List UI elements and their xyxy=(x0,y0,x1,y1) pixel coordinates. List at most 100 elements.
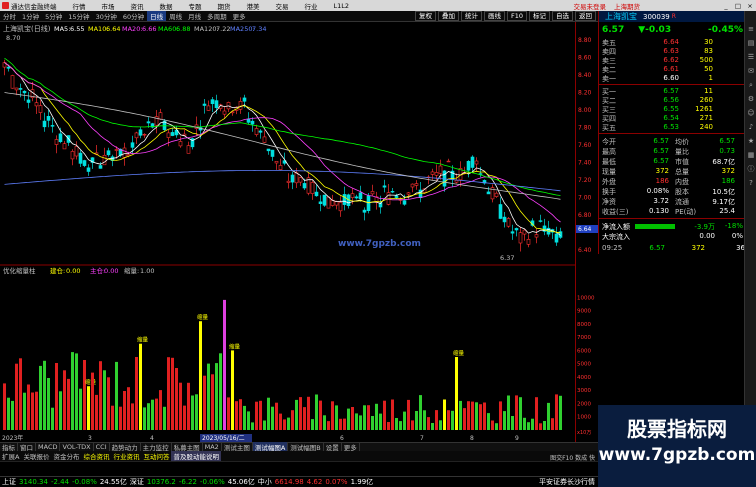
date-cursor-label: 2023/05/16/二 xyxy=(202,435,245,442)
menu-item-hkus[interactable]: 港美 xyxy=(247,1,260,11)
list-icon[interactable]: ☰ xyxy=(747,53,755,61)
chart-icon[interactable]: ▤ xyxy=(747,39,755,47)
tool-f10-button[interactable]: F10 xyxy=(506,11,527,21)
stat-label-2: 股本 xyxy=(675,188,689,196)
chart-area[interactable]: 上海凯宝(日线) MA5: 6.55 MA10: 6.64 MA20: 6.66… xyxy=(0,22,575,442)
price-axis-tick: 6.64 xyxy=(578,226,592,233)
menu-item-trade[interactable]: 交易 xyxy=(276,1,289,11)
period-more[interactable]: 更多 xyxy=(230,11,249,21)
volume-bar xyxy=(443,399,446,430)
period-multi[interactable]: 多周期 xyxy=(204,11,230,21)
ask-row[interactable]: 卖一 6.60 1 xyxy=(599,74,749,83)
menu-item-market[interactable]: 市场 xyxy=(102,1,115,11)
volume-bar xyxy=(411,420,414,430)
tool-mark-button[interactable]: 标记 xyxy=(529,11,550,21)
bell-icon[interactable]: ♪ xyxy=(747,123,755,131)
volume-axis-tick: 4000 xyxy=(577,375,591,381)
bid-row[interactable]: 买三 6.55 1261 xyxy=(599,105,749,114)
sme-index-label[interactable]: 中小 xyxy=(258,477,272,487)
indicator-tab[interactable]: MACD xyxy=(36,443,61,451)
indicator-tab[interactable]: CCI xyxy=(94,443,110,451)
user-icon[interactable]: ☺ xyxy=(747,109,755,117)
volume-bar xyxy=(283,419,286,430)
kline-chart[interactable]: 上海凯宝(日线) MA5: 6.55 MA10: 6.64 MA20: 6.66… xyxy=(0,22,575,442)
candle-body xyxy=(294,172,299,184)
volume-shrink-label: 缩量 xyxy=(229,342,241,350)
menu-item-industry[interactable]: 行业 xyxy=(305,1,318,11)
menu-item-quotes[interactable]: 行情 xyxy=(73,1,86,11)
period-weekly[interactable]: 周线 xyxy=(166,11,185,21)
ask-row[interactable]: 卖三 6.62 500 xyxy=(599,56,749,65)
extension-tab[interactable]: 互动问答 xyxy=(141,451,171,461)
minimize-button[interactable]: _ xyxy=(720,2,732,10)
ask-row[interactable]: 卖二 6.61 50 xyxy=(599,65,749,74)
volume-bar xyxy=(79,388,82,430)
stat-value-2: 10.5亿 xyxy=(712,188,735,196)
tool-stats-button[interactable]: 统计 xyxy=(460,11,482,21)
period-monthly[interactable]: 月线 xyxy=(185,11,204,21)
stat-label: 换手 xyxy=(602,188,616,196)
ask-row[interactable]: 卖五 6.64 30 xyxy=(599,38,749,47)
volume-bar xyxy=(367,405,370,430)
ask-row[interactable]: 卖四 6.63 83 xyxy=(599,47,749,56)
extension-tab[interactable]: 普及股动能说明 xyxy=(171,451,221,461)
volume-axis-tick: 6000 xyxy=(577,348,591,354)
period-1min[interactable]: 1分钟 xyxy=(19,11,42,21)
stat-label-2: 均价 xyxy=(675,138,689,146)
menu-item-futures[interactable]: 期货 xyxy=(218,1,231,11)
exchange-label[interactable]: 上海期货 xyxy=(614,1,640,11)
candle-body xyxy=(418,189,423,198)
search-icon[interactable]: ⌕ xyxy=(747,81,755,89)
extension-tab[interactable]: 资金分布 xyxy=(51,451,81,461)
period-60min[interactable]: 60分钟 xyxy=(120,11,147,21)
gear-icon[interactable]: ⚙ xyxy=(747,95,755,103)
volume-shrink-label: 缩量 xyxy=(137,336,149,344)
period-5min[interactable]: 5分钟 xyxy=(42,11,65,21)
candle-body xyxy=(522,229,527,235)
bid-row[interactable]: 买二 6.56 260 xyxy=(599,96,749,105)
trade-login-link[interactable]: 交易未登录 xyxy=(574,1,607,11)
tool-draw-button[interactable]: 画线 xyxy=(483,11,505,21)
bid-row[interactable]: 买五 6.53 240 xyxy=(599,123,749,132)
bid-row[interactable]: 买四 6.54 271 xyxy=(599,114,749,123)
menu-item-topics[interactable]: 专题 xyxy=(189,1,202,11)
menu-item-l1l2[interactable]: L1L2 xyxy=(334,2,350,10)
menu-icon[interactable]: ≡ xyxy=(747,25,755,33)
tool-back-button[interactable]: 返回 xyxy=(575,11,596,21)
volume-bar xyxy=(191,395,194,430)
help-icon[interactable]: ? xyxy=(747,179,755,187)
bid-row[interactable]: 买一 6.57 11 xyxy=(599,87,749,96)
candle-body xyxy=(202,103,207,106)
info-icon[interactable]: ⓘ xyxy=(747,165,755,173)
indicator-tab[interactable]: MA2 xyxy=(203,443,222,451)
bid-label: 买一 xyxy=(602,88,616,96)
candle-body xyxy=(430,171,435,175)
maximize-button[interactable]: □ xyxy=(732,2,744,10)
ma250-label: MA250: xyxy=(230,25,255,33)
candle-body xyxy=(138,129,143,136)
indicator-tab[interactable]: VOL-TDX xyxy=(60,443,94,451)
sz-index-label[interactable]: 深证 xyxy=(130,477,144,487)
menu-item-news[interactable]: 资讯 xyxy=(131,1,144,11)
tool-adjust-button[interactable]: 复权 xyxy=(414,11,436,21)
tool-overlay-button[interactable]: 叠加 xyxy=(437,11,459,21)
extension-tab[interactable]: 行业资讯 xyxy=(111,451,141,461)
period-30min[interactable]: 30分钟 xyxy=(93,11,120,21)
extension-tab[interactable]: 综合资讯 xyxy=(81,451,111,461)
star-icon[interactable]: ★ xyxy=(747,137,755,145)
tool-watchlist-button[interactable]: 自选 xyxy=(552,11,573,21)
menu-item-data[interactable]: 数据 xyxy=(160,1,173,11)
grid-icon[interactable]: ▦ xyxy=(747,151,755,159)
app-logo-icon xyxy=(2,2,9,9)
period-15min[interactable]: 15分钟 xyxy=(65,11,92,21)
period-intraday[interactable]: 分时 xyxy=(0,11,19,21)
sh-index-label[interactable]: 上证 xyxy=(2,477,16,487)
news-icon[interactable]: ✉ xyxy=(747,67,755,75)
extension-tab[interactable]: 扩展A xyxy=(0,451,21,461)
candle-body xyxy=(258,130,263,133)
close-button[interactable]: × xyxy=(744,2,756,10)
extension-tab[interactable]: 关联报价 xyxy=(21,451,51,461)
candle-body xyxy=(62,143,67,150)
period-daily[interactable]: 日线 xyxy=(147,11,167,21)
candle-body xyxy=(214,100,219,108)
